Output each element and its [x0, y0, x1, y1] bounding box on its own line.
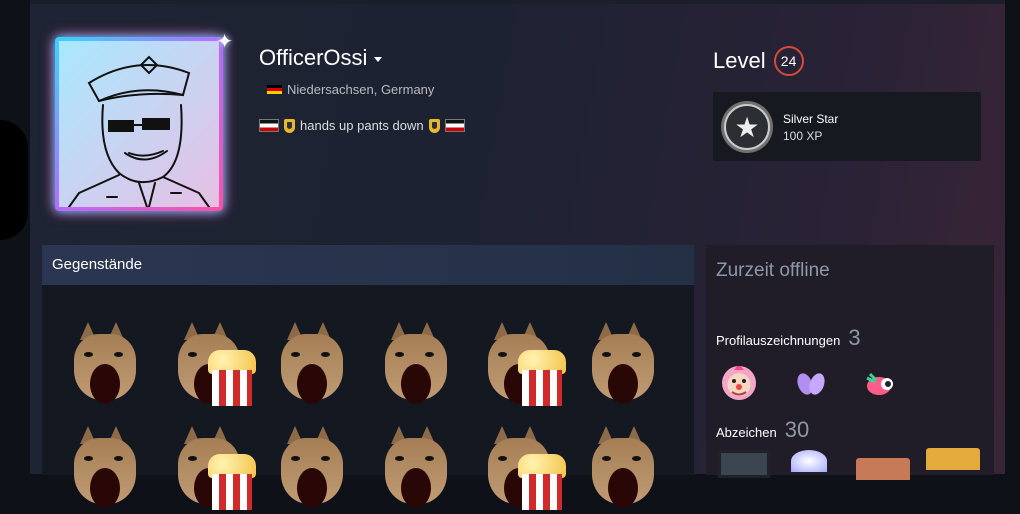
- item-slot[interactable]: [168, 320, 258, 410]
- xp-badge-box[interactable]: ★ Silver Star 100 XP: [713, 92, 981, 161]
- badge-icon[interactable]: [718, 450, 770, 478]
- pop-cat-icon: [74, 322, 136, 404]
- persona-name[interactable]: OfficerOssi: [259, 45, 383, 71]
- badges-label: Abzeichen: [716, 425, 777, 440]
- pop-cat-icon: [591, 426, 654, 508]
- item-slot[interactable]: [271, 320, 361, 410]
- flag-icon: [259, 119, 279, 132]
- level-number[interactable]: 24: [773, 46, 804, 76]
- avatar[interactable]: ✦: [55, 31, 233, 211]
- item-slot[interactable]: [375, 320, 465, 410]
- popcorn-icon: [518, 350, 566, 406]
- location-text: Niedersachsen, Germany: [287, 82, 435, 97]
- item-slot[interactable]: [478, 320, 568, 410]
- popcorn-icon: [518, 454, 566, 510]
- xp-badge-xp: 100 XP: [783, 129, 823, 143]
- summary-text: hands up pants down: [300, 118, 424, 133]
- pop-cat-icon: [74, 426, 136, 508]
- awards-count: 3: [848, 325, 861, 350]
- item-slot[interactable]: [582, 424, 672, 514]
- steam-badge-icon[interactable]: [926, 448, 980, 470]
- badge-icon[interactable]: [856, 458, 910, 480]
- officer-avatar-icon: [68, 55, 210, 207]
- profile-summary: hands up pants down: [259, 118, 465, 133]
- online-status: Zurzeit offline: [716, 260, 830, 281]
- popcorn-icon: [207, 454, 256, 510]
- awards-header[interactable]: Profilauszeichnungen 3: [716, 325, 861, 351]
- chevron-down-icon[interactable]: [374, 56, 383, 62]
- gem-badge-icon[interactable]: [791, 450, 827, 472]
- item-slot[interactable]: [271, 424, 361, 514]
- clown-award-icon[interactable]: [722, 364, 756, 400]
- pop-cat-icon: [384, 322, 447, 404]
- pop-cat-icon: [591, 322, 654, 404]
- location: Niedersachsen, Germany: [267, 82, 434, 97]
- pop-cat-icon: [384, 426, 447, 508]
- police-badge-icon: [284, 118, 295, 133]
- pop-cat-icon: [281, 426, 343, 508]
- side-panel: Zurzeit offline Profilauszeichnungen 3 A…: [706, 245, 994, 475]
- awards-label: Profilauszeichnungen: [716, 333, 841, 348]
- background-shape: [0, 120, 28, 240]
- item-slot[interactable]: [64, 320, 154, 410]
- xp-badge-name: Silver Star: [783, 112, 839, 126]
- silver-star-icon: ★: [721, 101, 773, 153]
- item-slot[interactable]: [582, 320, 672, 410]
- sparkle-icon: ✦: [216, 31, 233, 53]
- items-title[interactable]: Gegenstände: [42, 245, 694, 285]
- police-badge-icon: [428, 118, 440, 133]
- item-slot[interactable]: [375, 424, 465, 514]
- items-showcase: Gegenstände: [42, 245, 694, 510]
- item-slot[interactable]: [168, 424, 258, 514]
- germany-flag-icon: [267, 85, 282, 94]
- fish-award-icon[interactable]: [864, 368, 898, 402]
- pop-cat-icon: [281, 322, 343, 404]
- item-slot[interactable]: [64, 424, 154, 514]
- badges-header[interactable]: Abzeichen 30: [716, 417, 809, 443]
- level-label: Level: [713, 48, 766, 73]
- popcorn-icon: [207, 350, 256, 406]
- persona-name-text: OfficerOssi: [259, 45, 368, 70]
- hands-award-icon[interactable]: [794, 367, 828, 401]
- level: Level 24: [713, 46, 804, 76]
- badges-count: 30: [784, 417, 810, 442]
- flag-icon: [444, 119, 465, 132]
- item-slot[interactable]: [478, 424, 568, 514]
